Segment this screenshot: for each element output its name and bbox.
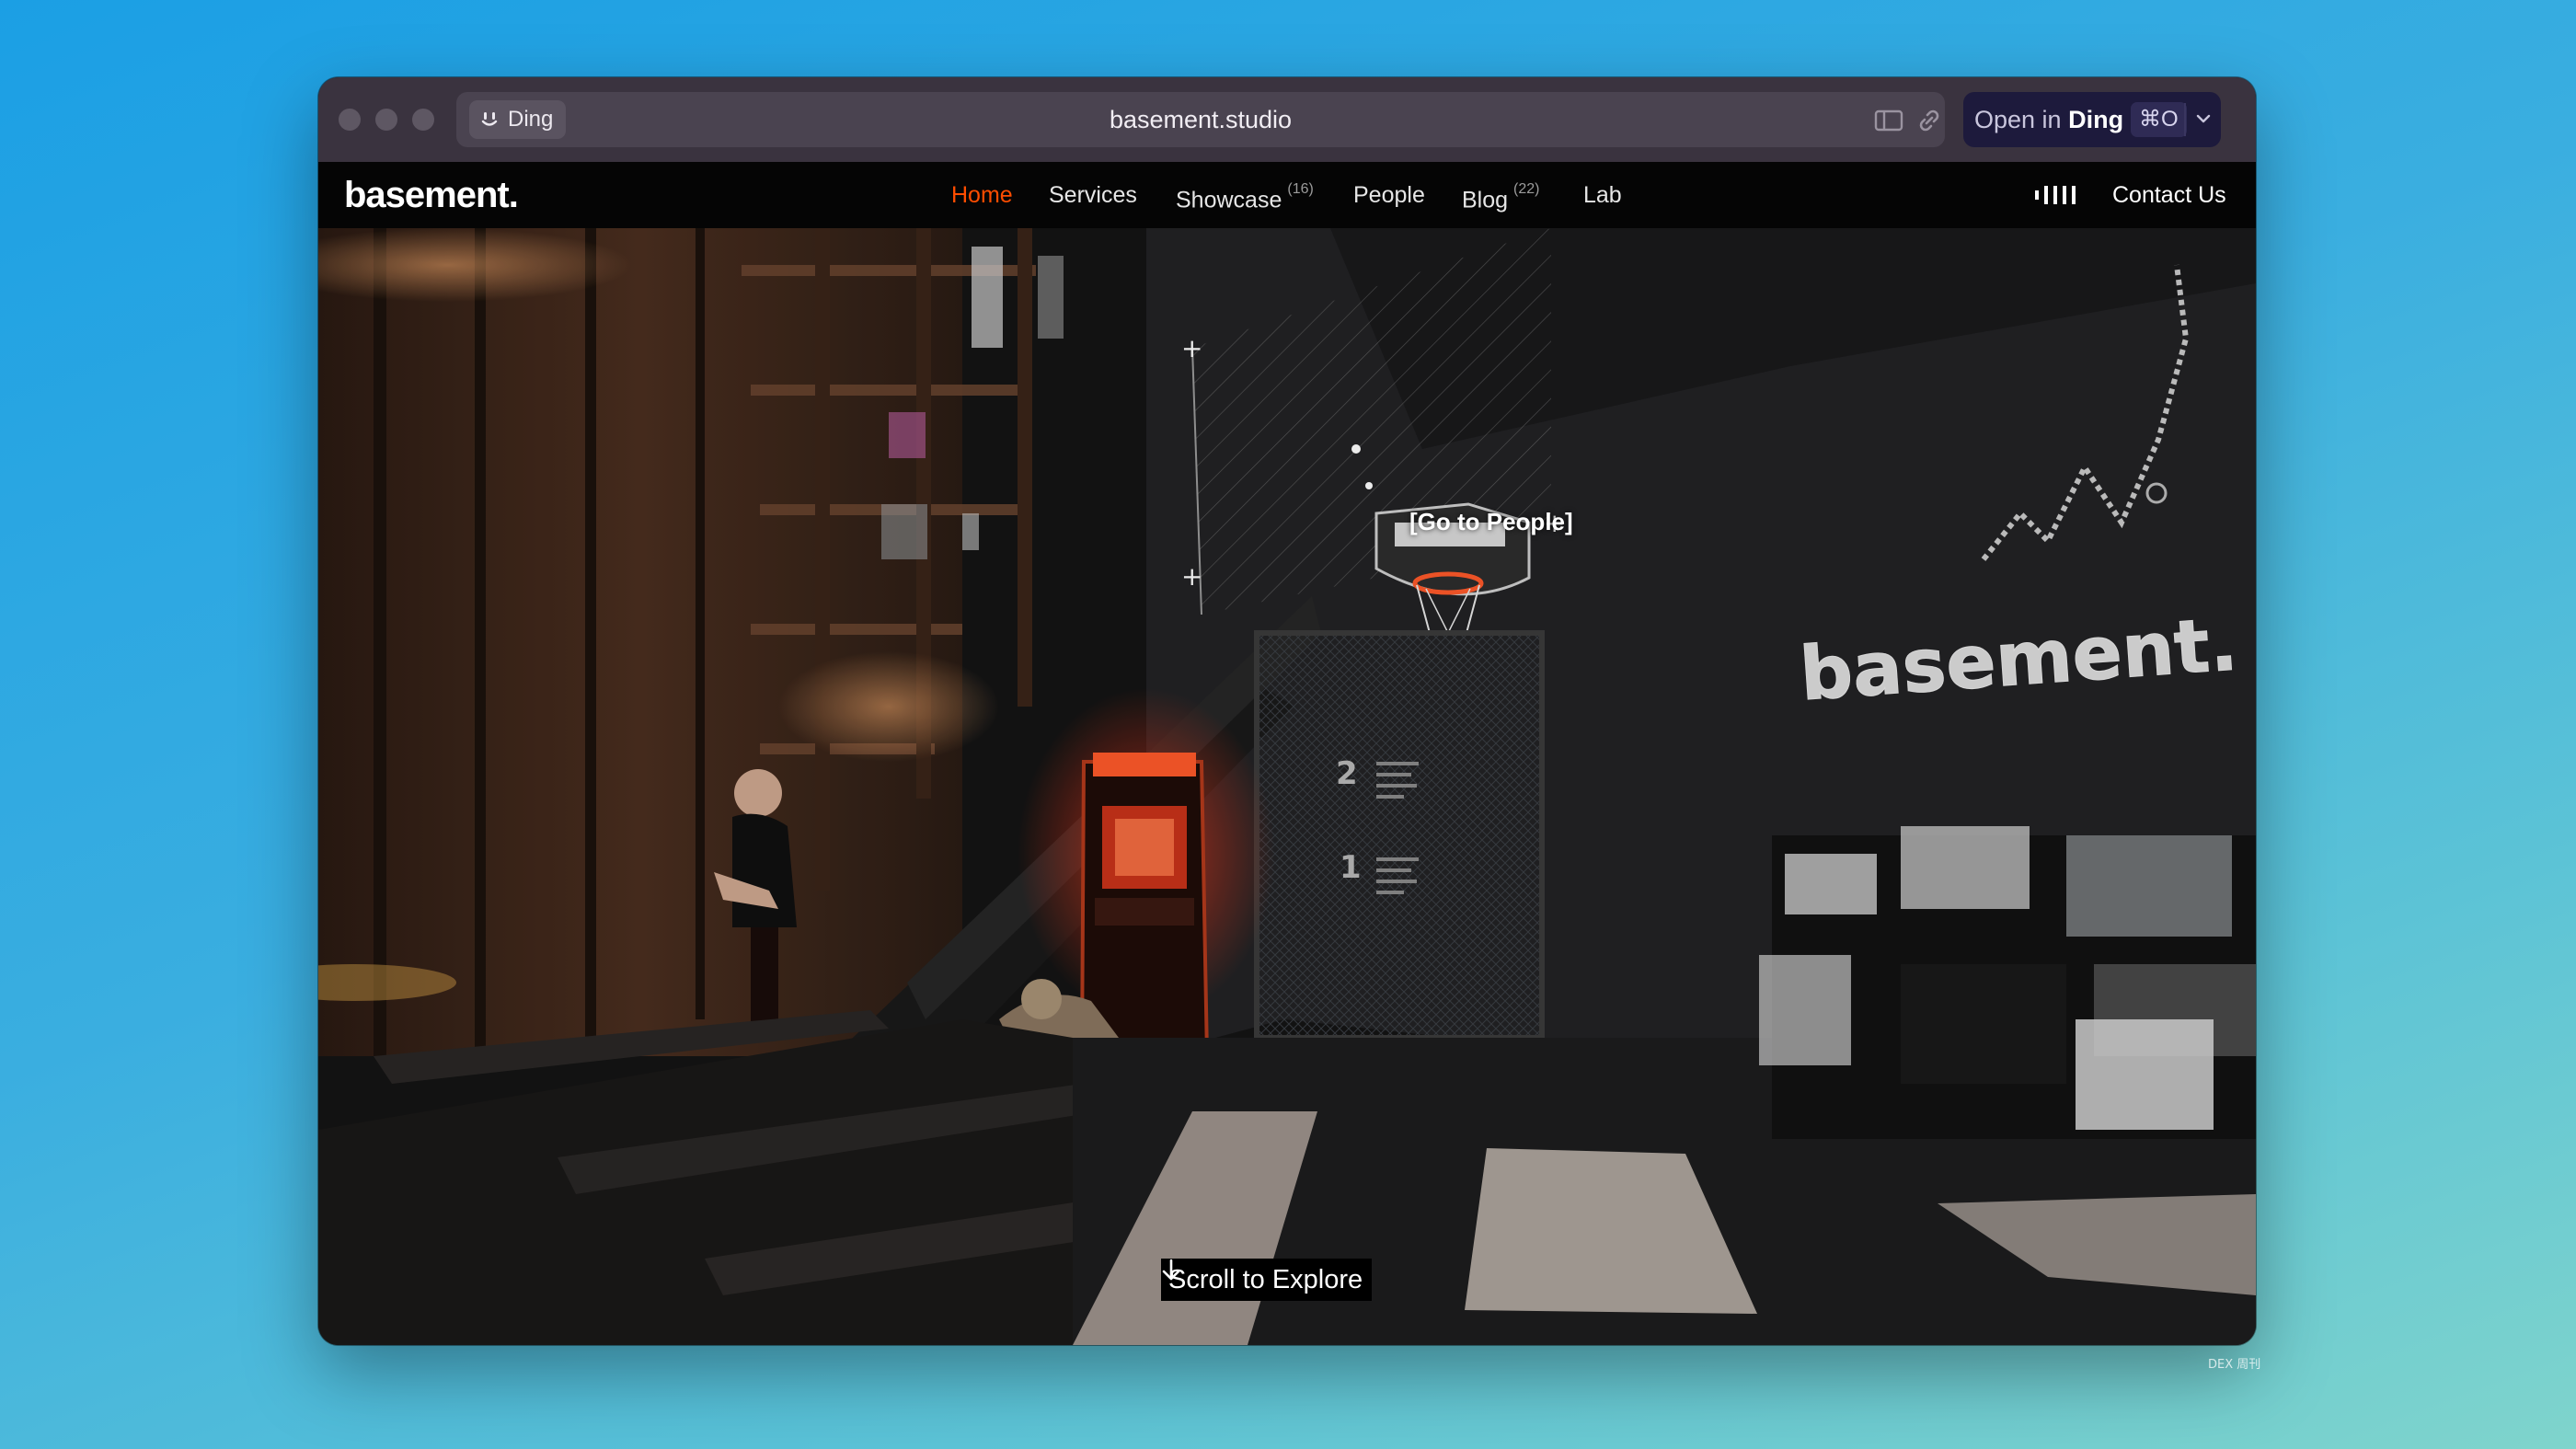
arrow-down-icon bbox=[1162, 1259, 1180, 1281]
contact-us-link[interactable]: Contact Us bbox=[2112, 162, 2226, 228]
address-bar[interactable]: Ding basement.studio bbox=[456, 92, 1945, 147]
sidebar-icon[interactable] bbox=[1873, 105, 1904, 136]
open-in-ding-button[interactable]: Open in Ding ⌘O bbox=[1963, 92, 2221, 147]
hero-3d-scene[interactable]: + + + 2 1 basement. [Go to People] Scrol… bbox=[318, 228, 2256, 1345]
shortcut-badge: ⌘O bbox=[2131, 102, 2187, 137]
go-to-people-hotspot[interactable]: [Go to People] bbox=[1406, 504, 1577, 539]
minimize-window-button[interactable] bbox=[375, 109, 397, 131]
scroll-to-explore-button[interactable]: Scroll to Explore bbox=[1161, 1259, 1373, 1301]
link-icon[interactable] bbox=[1914, 105, 1945, 136]
browser-window: Ding basement.studio Open in Ding ⌘O bas… bbox=[318, 77, 2256, 1345]
browser-titlebar: Ding basement.studio Open in Ding ⌘O bbox=[318, 77, 2256, 162]
watermark: DEX 周刊 bbox=[2208, 1358, 2261, 1372]
zoom-window-button[interactable] bbox=[412, 109, 434, 131]
nav-home[interactable]: Home bbox=[951, 162, 1013, 228]
open-in-ding-label: Open in Ding bbox=[1974, 106, 2124, 133]
button-divider bbox=[2184, 103, 2186, 136]
url-text: basement.studio bbox=[1109, 106, 1293, 133]
showcase-count: (16) bbox=[1287, 181, 1314, 197]
blog-count: (22) bbox=[1513, 181, 1540, 197]
nav-people[interactable]: People bbox=[1353, 162, 1425, 228]
site-header: basement. Home Services Showcase (16) Peo… bbox=[318, 162, 2256, 229]
nav-lab[interactable]: Lab bbox=[1583, 162, 1622, 228]
nav-showcase[interactable]: Showcase (16) bbox=[1176, 162, 1314, 228]
close-window-button[interactable] bbox=[339, 109, 361, 131]
site-logo[interactable]: basement. bbox=[344, 162, 519, 228]
chevron-down-icon[interactable] bbox=[2193, 109, 2214, 129]
nav-blog[interactable]: Blog (22) bbox=[1462, 162, 1540, 228]
nav-services[interactable]: Services bbox=[1049, 162, 1137, 228]
scene-illustration: + + + 2 1 basement. bbox=[318, 228, 2256, 1345]
sound-bars-icon[interactable] bbox=[2033, 184, 2077, 206]
scroll-to-explore-label: Scroll to Explore bbox=[1168, 1264, 1363, 1294]
